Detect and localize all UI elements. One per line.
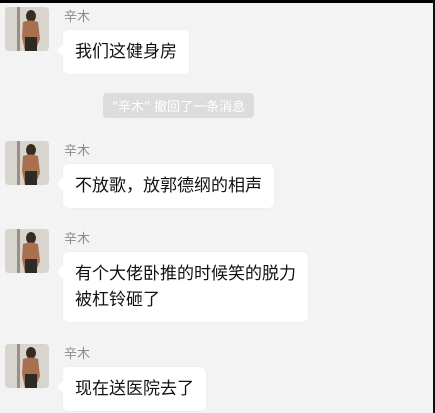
recall-sender: "辛木" — [112, 100, 150, 115]
avatar[interactable] — [5, 141, 49, 185]
chat-window: 辛木 我们这健身房 "辛木" 撤回了一条消息 辛木 不放歌，放郭德纲的相声 辛木… — [0, 0, 435, 413]
sender-name: 辛木 — [64, 232, 91, 247]
avatar-photo-icon — [5, 141, 49, 185]
message-bubble[interactable]: 我们这健身房 — [57, 30, 189, 74]
avatar-photo-icon — [5, 344, 49, 388]
sender-name: 辛木 — [64, 10, 91, 25]
message-bubble[interactable]: 不放歌，放郭德纲的相声 — [57, 164, 274, 208]
avatar[interactable] — [5, 229, 49, 273]
avatar[interactable] — [5, 7, 49, 51]
recall-notice: "辛木" 撤回了一条消息 — [103, 93, 255, 118]
message-line: 被杠铃砸了 — [75, 290, 160, 310]
avatar-photo-icon — [5, 229, 49, 273]
top-border — [0, 0, 435, 3]
message-bubble[interactable]: 现在送医院去了 — [57, 367, 206, 411]
sender-name: 辛木 — [64, 144, 91, 159]
recall-text: 撤回了一条消息 — [149, 100, 246, 115]
avatar[interactable] — [5, 344, 49, 388]
sender-name: 辛木 — [64, 347, 91, 362]
message-bubble[interactable]: 有个大佬卧推的时候笑的脱力 被杠铃砸了 — [57, 252, 308, 322]
avatar-photo-icon — [5, 7, 49, 51]
message-line: 有个大佬卧推的时候笑的脱力 — [75, 264, 296, 284]
